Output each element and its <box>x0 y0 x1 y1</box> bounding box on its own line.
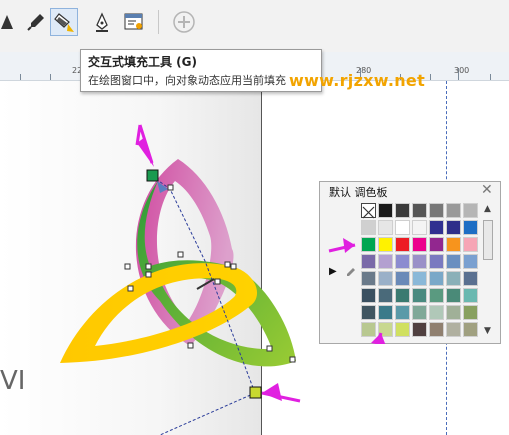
color-swatch[interactable] <box>378 237 393 252</box>
no-color-swatch[interactable] <box>361 203 376 219</box>
toolbar-separator <box>158 10 159 34</box>
color-swatch[interactable] <box>463 288 478 303</box>
ruler-tick <box>430 74 431 80</box>
color-swatch[interactable] <box>463 237 478 252</box>
color-swatch[interactable] <box>463 220 478 235</box>
fill-end-handle[interactable] <box>249 386 262 399</box>
annotation-arrowhead-bottom <box>262 383 282 401</box>
color-swatch[interactable] <box>429 203 444 218</box>
tooltip-title: 交互式填充工具 (G) <box>88 55 197 69</box>
color-swatch[interactable] <box>463 305 478 320</box>
color-swatch[interactable] <box>361 322 376 337</box>
color-swatch[interactable] <box>446 271 461 286</box>
interactive-fill-tool-icon[interactable] <box>50 8 78 36</box>
color-swatch[interactable] <box>361 288 376 303</box>
print-merge-tool-icon[interactable] <box>120 8 148 36</box>
close-icon[interactable]: ✕ <box>481 182 493 198</box>
color-swatch[interactable] <box>361 237 376 252</box>
color-swatch[interactable] <box>361 254 376 269</box>
add-tool-button[interactable] <box>170 8 198 36</box>
watermark-text: www.rjzxw.net <box>289 71 426 90</box>
palette-title: 默认 调色板 <box>329 186 388 199</box>
color-swatch[interactable] <box>429 305 444 320</box>
color-swatch[interactable] <box>395 305 410 320</box>
color-swatch[interactable] <box>378 203 393 218</box>
color-swatch[interactable] <box>378 305 393 320</box>
palette-arrowhead-left <box>343 238 355 253</box>
fill-start-handle[interactable] <box>146 169 159 182</box>
color-swatch[interactable] <box>463 322 478 337</box>
palette-arrow-left <box>328 243 356 253</box>
color-swatch[interactable] <box>446 254 461 269</box>
color-swatch[interactable] <box>395 254 410 269</box>
color-swatch[interactable] <box>395 220 410 235</box>
color-swatch[interactable] <box>463 254 478 269</box>
color-swatch[interactable] <box>378 288 393 303</box>
color-swatch[interactable] <box>446 305 461 320</box>
color-swatch[interactable] <box>412 220 427 235</box>
eyedropper-tool-icon[interactable] <box>22 8 50 36</box>
color-swatch[interactable] <box>412 271 427 286</box>
scroll-down-icon[interactable]: ▼ <box>484 326 491 336</box>
partial-canvas-text: VI <box>0 366 26 396</box>
color-swatch[interactable] <box>395 237 410 252</box>
tool-tooltip: 交互式填充工具 (G) 在绘图窗口中，向对象动态应用当前填充 <box>80 49 322 92</box>
palette-scrollbar[interactable]: ▲ ▼ <box>482 204 494 336</box>
color-swatch[interactable] <box>429 271 444 286</box>
color-swatch[interactable] <box>412 237 427 252</box>
fill-vector-line-lower <box>159 392 256 435</box>
shape-tool-icon[interactable] <box>0 8 18 36</box>
color-swatch[interactable] <box>412 203 427 218</box>
color-swatch[interactable] <box>378 322 393 337</box>
color-swatch[interactable] <box>446 220 461 235</box>
scroll-thumb[interactable] <box>483 220 493 260</box>
color-swatch[interactable] <box>395 322 410 337</box>
pen-tool-icon[interactable] <box>88 8 116 36</box>
color-swatch[interactable] <box>412 305 427 320</box>
palette-flyout-arrow-icon[interactable]: ▶ <box>329 266 337 277</box>
toolbar <box>0 0 509 52</box>
color-swatch[interactable] <box>361 305 376 320</box>
color-swatch[interactable] <box>446 288 461 303</box>
ruler-tick <box>490 74 491 80</box>
ruler-label-300: 300 <box>454 66 470 75</box>
scroll-up-icon[interactable]: ▲ <box>484 204 491 214</box>
tooltip-description: 在绘图窗口中，向对象动态应用当前填充 <box>88 74 286 87</box>
color-swatch[interactable] <box>446 203 461 218</box>
color-swatch[interactable] <box>412 288 427 303</box>
eyedropper-icon[interactable] <box>344 264 356 283</box>
ruler-tick <box>20 74 21 80</box>
color-swatch[interactable] <box>429 254 444 269</box>
color-swatch[interactable] <box>412 254 427 269</box>
color-swatch[interactable] <box>429 237 444 252</box>
annotation-arrowhead-top <box>137 137 154 167</box>
color-swatch[interactable] <box>446 322 461 337</box>
color-swatch[interactable] <box>463 271 478 286</box>
color-swatch[interactable] <box>361 220 376 235</box>
ruler-tick <box>50 74 51 80</box>
color-swatch[interactable] <box>378 254 393 269</box>
color-swatch[interactable] <box>429 220 444 235</box>
color-swatch[interactable] <box>395 271 410 286</box>
color-swatch[interactable] <box>446 237 461 252</box>
color-swatch[interactable] <box>395 288 410 303</box>
color-swatch[interactable] <box>395 203 410 218</box>
color-palette-panel[interactable]: 默认 调色板 ✕ ▶ ▲ ▼ <box>319 181 501 344</box>
color-swatch[interactable] <box>378 220 393 235</box>
color-swatch[interactable] <box>361 271 376 286</box>
color-swatch[interactable] <box>412 322 427 337</box>
color-swatch[interactable] <box>463 203 478 218</box>
color-swatch[interactable] <box>429 288 444 303</box>
color-swatch[interactable] <box>378 271 393 286</box>
color-swatch[interactable] <box>429 322 444 337</box>
